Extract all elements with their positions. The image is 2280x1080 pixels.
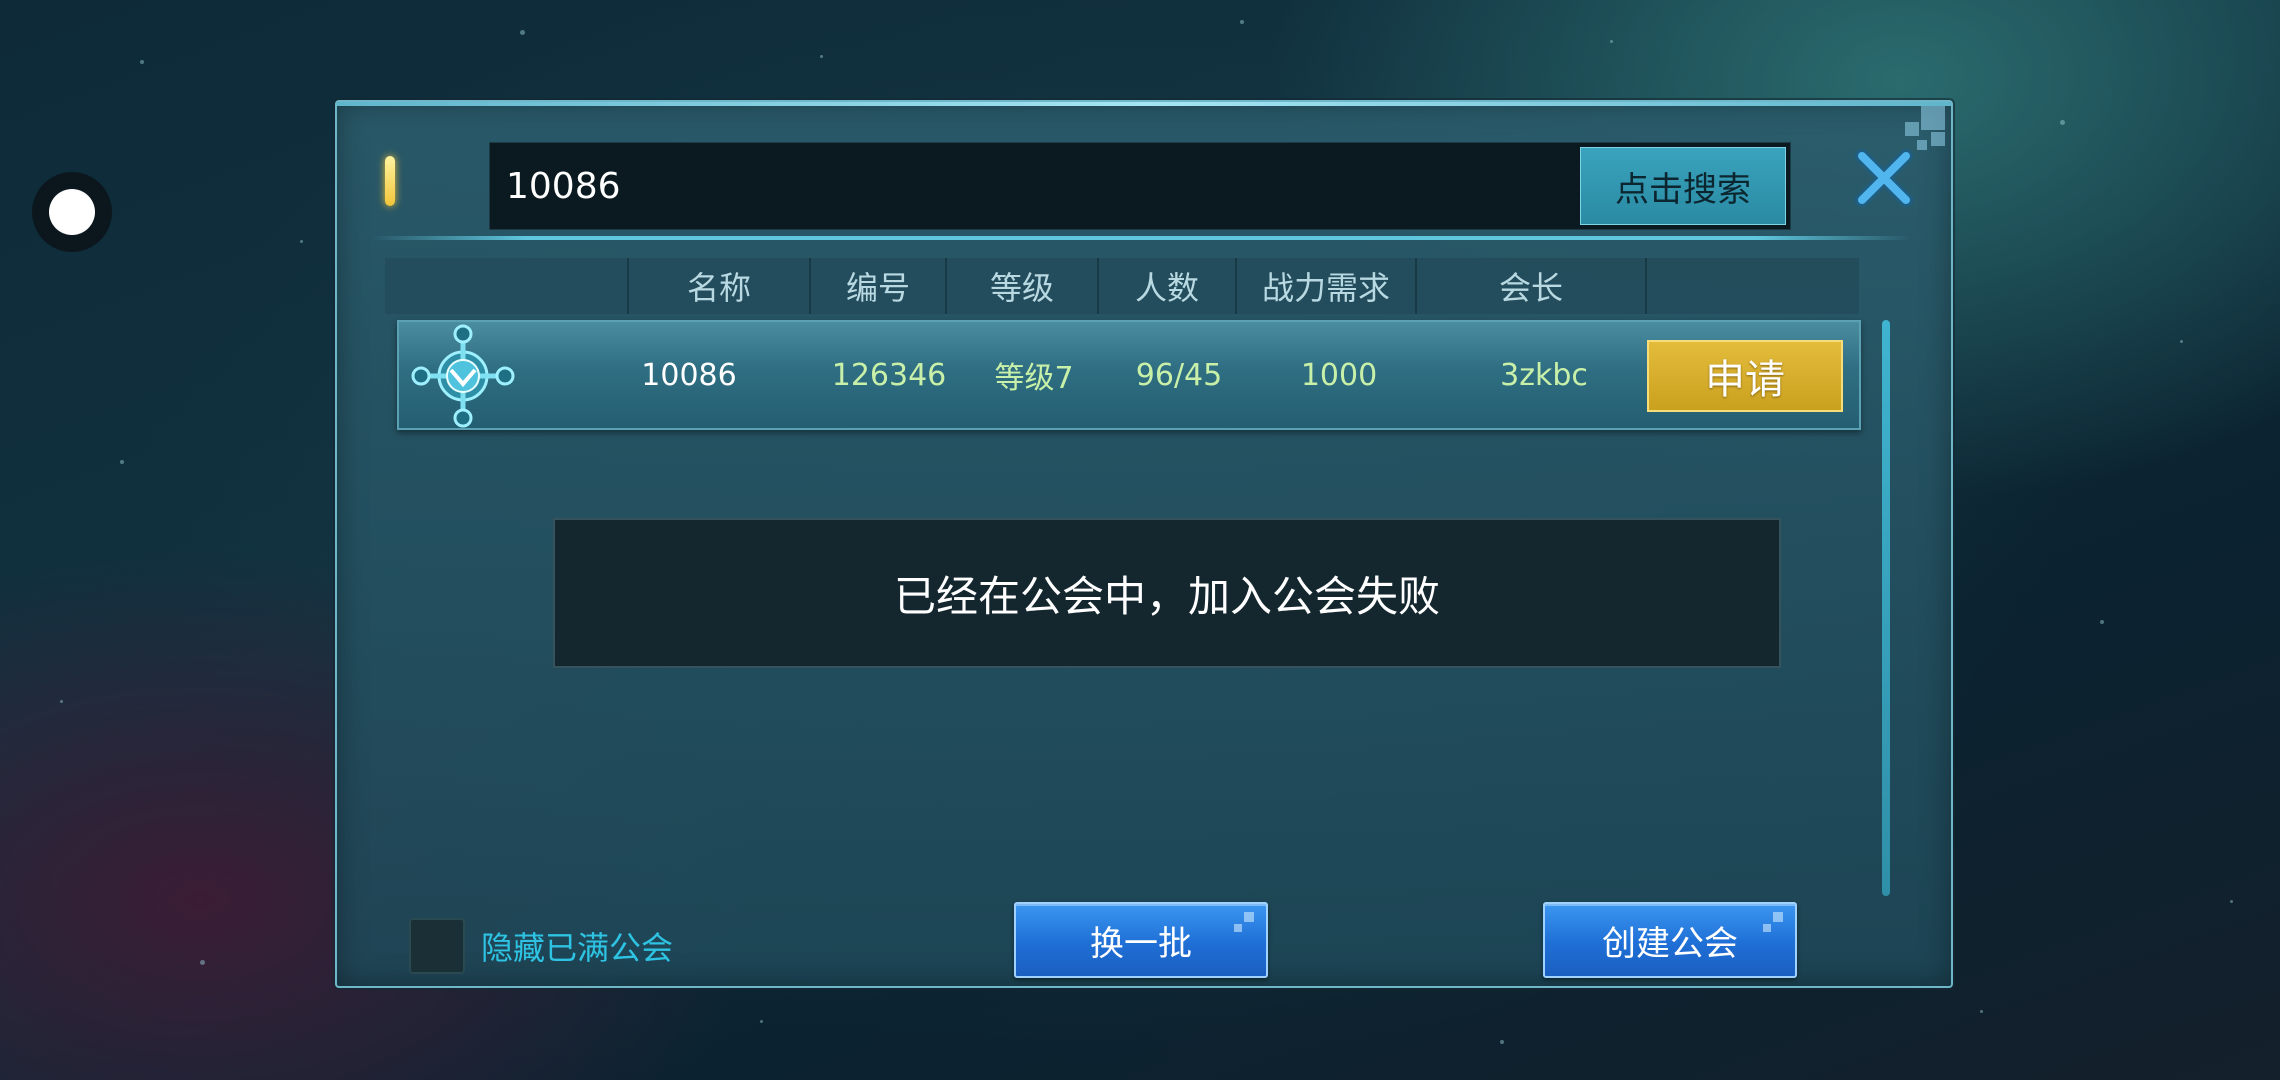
section-marker (385, 156, 395, 206)
refresh-batch-button[interactable]: 换一批 (1014, 902, 1268, 978)
guild-emblem-icon (411, 324, 515, 428)
header-action-column (1647, 258, 1859, 314)
floating-assistant-icon (49, 189, 95, 235)
apply-button[interactable]: 申请 (1647, 340, 1843, 412)
header-id: 编号 (811, 258, 947, 314)
guild-name: 10086 (641, 357, 737, 393)
list-scrollbar[interactable] (1882, 320, 1890, 896)
header-members: 人数 (1099, 258, 1237, 314)
guild-level: 等级7 (994, 361, 1074, 396)
guild-power-requirement: 1000 (1300, 357, 1378, 393)
guild-id: 126346 (831, 357, 947, 393)
header-power-requirement: 战力需求 (1237, 258, 1417, 314)
header-level: 等级 (947, 258, 1099, 314)
refresh-batch-label: 换一批 (1090, 923, 1192, 964)
button-decoration (1234, 912, 1256, 934)
guild-leader: 3zkbc (1500, 357, 1588, 393)
hide-full-guilds-checkbox[interactable] (409, 918, 465, 974)
hide-full-guilds-label: 隐藏已满公会 (481, 929, 674, 967)
floating-assistant-button[interactable] (32, 172, 112, 252)
header-icon-column (385, 258, 629, 314)
search-button[interactable]: 点击搜索 (1580, 147, 1786, 225)
create-guild-label: 创建公会 (1602, 923, 1738, 964)
table-header: 名称 编号 等级 人数 战力需求 会长 (385, 258, 1859, 314)
button-decoration (1763, 912, 1785, 934)
header-divider (371, 236, 1911, 240)
create-guild-button[interactable]: 创建公会 (1543, 902, 1797, 978)
close-button[interactable] (1854, 148, 1914, 208)
search-input[interactable] (490, 143, 1580, 229)
error-toast: 已经在公会中，加入公会失败 (553, 518, 1781, 668)
guild-search-dialog: 点击搜索 名称 编号 等级 人数 战力需求 会长 10086 12634 (335, 100, 1953, 988)
hide-full-guilds-toggle[interactable]: 隐藏已满公会 (409, 918, 673, 974)
guild-members: 96/45 (1135, 357, 1223, 393)
header-name: 名称 (629, 258, 811, 314)
header-leader: 会长 (1417, 258, 1647, 314)
table-row[interactable]: 10086 126346 等级7 96/45 1000 3zkbc 申请 (397, 320, 1861, 430)
close-icon (1855, 149, 1913, 207)
search-bar: 点击搜索 (489, 142, 1791, 230)
